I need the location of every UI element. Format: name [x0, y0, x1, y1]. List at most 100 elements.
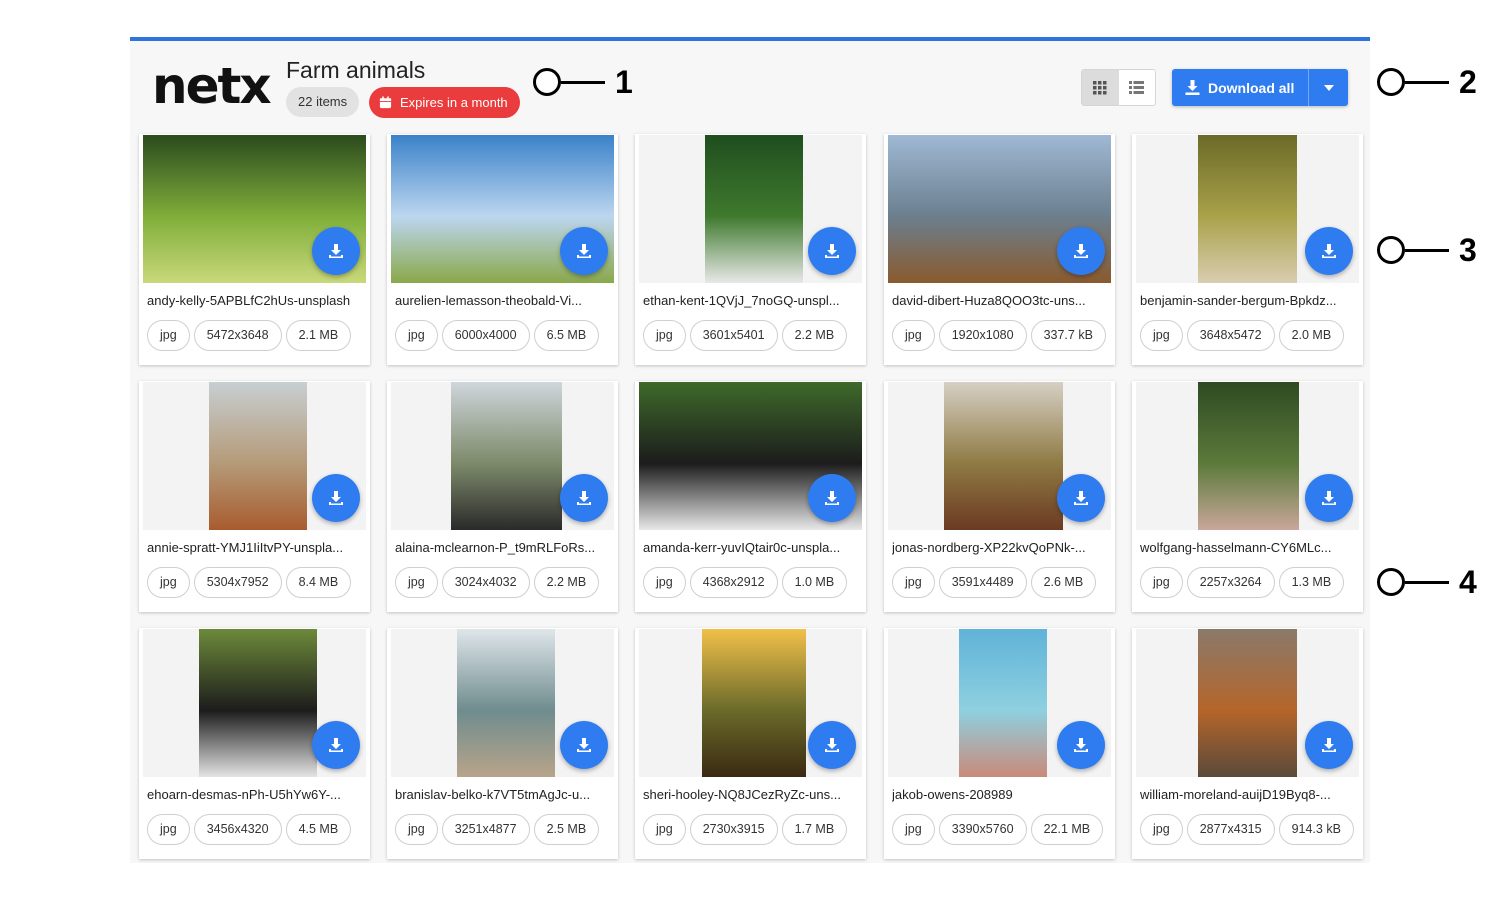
download-asset-button[interactable] — [312, 474, 360, 522]
asset-photo — [1198, 135, 1297, 283]
download-asset-button[interactable] — [312, 227, 360, 275]
asset-card[interactable]: alaina-mclearnon-P_t9mRLFoRs... jpg 3024x4… — [387, 381, 618, 612]
dimensions-chip: 5304x7952 — [193, 567, 282, 598]
asset-card[interactable]: william-moreland-auijD19Byq8-... jpg 2877x… — [1132, 628, 1363, 859]
dimensions-chip: 3601x5401 — [689, 320, 778, 351]
file-size-chip: 2.0 MB — [1278, 320, 1345, 351]
file-size-chip: 2.2 MB — [781, 320, 848, 351]
callout-number: 3 — [1459, 232, 1477, 268]
view-toggle — [1081, 69, 1156, 106]
download-all-button[interactable]: Download all — [1172, 69, 1348, 106]
asset-card[interactable]: sheri-hooley-NQ8JCezRyZc-uns... jpg 2730x3… — [635, 628, 866, 859]
asset-card[interactable]: andy-kelly-5APBLfC2hUs-unsplash jpg 5472x3… — [139, 134, 370, 365]
callout-line — [1405, 580, 1449, 584]
asset-photo — [1198, 382, 1299, 530]
asset-meta: jpg 3648x5472 2.0 MB — [1140, 320, 1345, 351]
download-icon — [1322, 244, 1336, 258]
collection-panel: netx Farm animals 22 items Expires in a … — [130, 37, 1370, 863]
download-icon — [1322, 491, 1336, 505]
download-asset-button[interactable] — [1057, 227, 1105, 275]
asset-card[interactable]: aurelien-lemasson-theobald-Vi... jpg 6000x… — [387, 134, 618, 365]
asset-meta: jpg 5304x7952 8.4 MB — [147, 567, 352, 598]
download-icon — [1074, 244, 1088, 258]
asset-photo — [944, 382, 1063, 530]
asset-photo — [209, 382, 307, 530]
file-type-chip: jpg — [1140, 567, 1183, 598]
download-asset-button[interactable] — [560, 721, 608, 769]
download-icon — [1185, 80, 1200, 95]
asset-card[interactable]: ethan-kent-1QVjJ_7noGQ-unspl... jpg 3601x5… — [635, 134, 866, 365]
callout-number: 4 — [1459, 564, 1477, 600]
asset-card[interactable]: ehoarn-desmas-nPh-U5hYw6Y-... jpg 3456x432… — [139, 628, 370, 859]
file-type-chip: jpg — [643, 814, 686, 845]
asset-photo — [702, 629, 806, 777]
file-type-chip: jpg — [892, 814, 935, 845]
asset-meta: jpg 3390x5760 22.1 MB — [892, 814, 1104, 845]
download-asset-button[interactable] — [808, 721, 856, 769]
callout-line — [1405, 80, 1449, 84]
asset-meta: jpg 3024x4032 2.2 MB — [395, 567, 600, 598]
asset-card[interactable]: benjamin-sander-bergum-Bpkdz... jpg 3648x5… — [1132, 134, 1363, 365]
download-asset-button[interactable] — [1305, 474, 1353, 522]
download-asset-button[interactable] — [560, 474, 608, 522]
dimensions-chip: 3456x4320 — [193, 814, 282, 845]
asset-card[interactable]: annie-spratt-YMJ1IiItvPY-unspla... jpg 530… — [139, 381, 370, 612]
dimensions-chip: 1920x1080 — [938, 320, 1027, 351]
dimensions-chip: 4368x2912 — [689, 567, 778, 598]
download-asset-button[interactable] — [808, 474, 856, 522]
download-asset-button[interactable] — [1305, 227, 1353, 275]
file-size-chip: 2.1 MB — [285, 320, 352, 351]
callout-ring — [1377, 68, 1405, 96]
asset-photo — [959, 629, 1047, 777]
download-icon — [329, 738, 343, 752]
asset-card[interactable]: jakob-owens-208989 jpg 3390x5760 22.1 MB — [884, 628, 1115, 859]
callout-marker: 2 — [1377, 66, 1477, 98]
download-icon — [329, 491, 343, 505]
download-asset-button[interactable] — [1057, 721, 1105, 769]
download-asset-button[interactable] — [312, 721, 360, 769]
asset-meta: jpg 3251x4877 2.5 MB — [395, 814, 600, 845]
file-size-chip: 1.3 MB — [1278, 567, 1345, 598]
file-type-chip: jpg — [1140, 320, 1183, 351]
asset-filename: alaina-mclearnon-P_t9mRLFoRs... — [395, 540, 596, 555]
asset-card[interactable]: david-dibert-Huza8QOO3tc-uns... jpg 1920x1… — [884, 134, 1115, 365]
asset-filename: benjamin-sander-bergum-Bpkdz... — [1140, 293, 1337, 308]
download-icon — [329, 244, 343, 258]
download-icon — [825, 738, 839, 752]
collection-header: netx Farm animals 22 items Expires in a … — [130, 41, 1370, 133]
download-options-dropdown[interactable] — [1308, 69, 1348, 106]
asset-filename: ethan-kent-1QVjJ_7noGQ-unspl... — [643, 293, 840, 308]
callout-line — [561, 80, 605, 84]
download-asset-button[interactable] — [1057, 474, 1105, 522]
download-asset-button[interactable] — [808, 227, 856, 275]
list-icon — [1129, 81, 1145, 94]
file-size-chip: 22.1 MB — [1030, 814, 1104, 845]
download-all-label: Download all — [1208, 79, 1295, 96]
asset-meta: jpg 2730x3915 1.7 MB — [643, 814, 848, 845]
asset-filename: sheri-hooley-NQ8JCezRyZc-uns... — [643, 787, 841, 802]
expiry-label: Expires in a month — [400, 95, 508, 110]
file-size-chip: 1.0 MB — [781, 567, 848, 598]
asset-filename: jakob-owens-208989 — [892, 787, 1013, 802]
download-icon — [1074, 491, 1088, 505]
download-asset-button[interactable] — [560, 227, 608, 275]
asset-photo — [1198, 629, 1297, 777]
list-view-button[interactable] — [1119, 70, 1156, 105]
callout-marker: 1 — [533, 66, 633, 98]
file-size-chip: 337.7 kB — [1030, 320, 1106, 351]
download-all-main[interactable]: Download all — [1172, 69, 1308, 106]
grid-view-button[interactable] — [1082, 70, 1119, 105]
asset-card[interactable]: wolfgang-hasselmann-CY6MLc... jpg 2257x326… — [1132, 381, 1363, 612]
asset-meta: jpg 2877x4315 914.3 kB — [1140, 814, 1354, 845]
file-size-chip: 2.6 MB — [1030, 567, 1097, 598]
file-type-chip: jpg — [1140, 814, 1183, 845]
asset-card[interactable]: amanda-kerr-yuvIQtair0c-unspla... jpg 4368… — [635, 381, 866, 612]
dimensions-chip: 3648x5472 — [1186, 320, 1275, 351]
file-type-chip: jpg — [643, 567, 686, 598]
download-asset-button[interactable] — [1305, 721, 1353, 769]
dimensions-chip: 3024x4032 — [441, 567, 530, 598]
asset-card[interactable]: branislav-belko-k7VT5tmAgJc-u... jpg 3251x… — [387, 628, 618, 859]
asset-card[interactable]: jonas-nordberg-XP22kvQoPNk-... jpg 3591x44… — [884, 381, 1115, 612]
file-size-chip: 6.5 MB — [533, 320, 600, 351]
download-icon — [825, 491, 839, 505]
